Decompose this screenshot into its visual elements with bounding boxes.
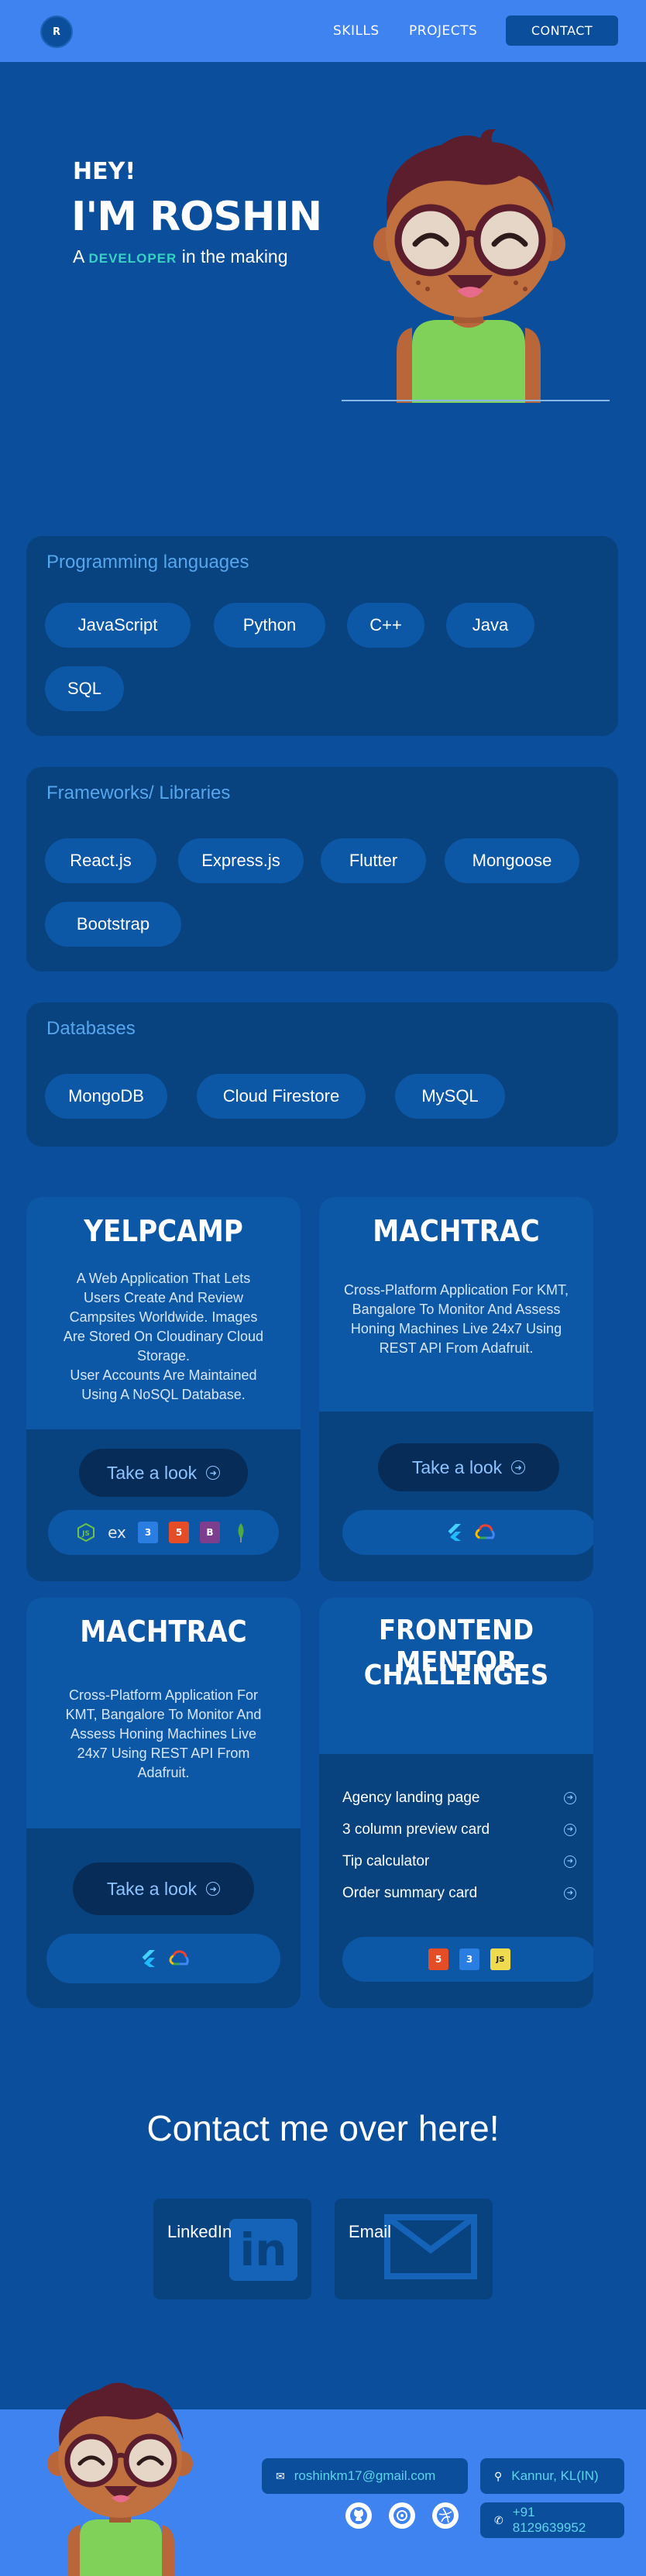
take-a-look-label: Take a look: [106, 1878, 198, 1899]
bootstrap-icon: B: [200, 1522, 220, 1543]
phone-icon: ✆: [494, 2513, 503, 2526]
skill-pill: Flutter: [321, 838, 426, 883]
hero-greeting: HEY!: [73, 158, 136, 185]
project-card-machtrac-2: MACHTRAC Cross-Platform Application For …: [26, 1598, 301, 2008]
project-title: YELPCAMP: [84, 1214, 243, 1248]
arrow-right-icon: ➜: [206, 1882, 221, 1896]
skill-pill: MongoDB: [45, 1074, 167, 1119]
project-card-machtrac: MACHTRAC Cross-Platform Application For …: [319, 1197, 593, 1581]
skills-card-title: Databases: [46, 1018, 136, 1039]
take-a-look-button[interactable]: Take a look ➜: [79, 1449, 248, 1497]
arrow-right-icon: ➜: [564, 1855, 576, 1868]
flutter-icon: [444, 1522, 464, 1543]
skills-card-databases: Databases MongoDB Cloud Firestore MySQL: [26, 1003, 618, 1147]
challenge-item[interactable]: Order summary card ➜: [342, 1877, 576, 1909]
hero-divider: [342, 400, 610, 401]
avatar-illustration-footer: [47, 2382, 193, 2576]
svg-text:JS: JS: [81, 1530, 90, 1538]
arrow-right-icon: ➜: [511, 1460, 526, 1474]
dribbble-icon[interactable]: [432, 2502, 459, 2529]
take-a-look-label: Take a look: [106, 1462, 198, 1483]
footer-location: ⚲ Kannur, KL(IN): [480, 2458, 624, 2494]
email-card[interactable]: Email: [335, 2199, 493, 2299]
logo[interactable]: R: [40, 15, 73, 48]
tech-stack-bar: [46, 1934, 280, 1983]
codechef-icon[interactable]: [389, 2502, 415, 2529]
challenge-item[interactable]: 3 column preview card ➜: [342, 1814, 576, 1845]
skill-pill: C++: [347, 603, 424, 648]
project-title: MACHTRAC: [80, 1615, 247, 1649]
project-title: CHALLENGES: [363, 1659, 549, 1691]
nav-projects-link[interactable]: PROJECTS: [409, 23, 477, 39]
footer-email[interactable]: ✉ roshinkm17@gmail.com: [262, 2458, 468, 2494]
skill-pill: MySQL: [395, 1074, 505, 1119]
skill-pill: JavaScript: [45, 603, 191, 648]
express-icon: ex: [108, 1523, 126, 1542]
linkedin-card[interactable]: LinkedIn in: [153, 2199, 311, 2299]
arrow-right-icon: ➜: [206, 1466, 221, 1480]
css3-icon: 3: [138, 1522, 158, 1543]
project-card-frontend-mentor: FRONTEND MENTOR CHALLENGES Agency landin…: [319, 1598, 593, 2008]
arrow-right-icon: ➜: [564, 1886, 576, 1900]
mongodb-icon: [231, 1522, 251, 1543]
challenge-list: Agency landing page ➜ 3 column preview ca…: [342, 1782, 576, 1909]
hero-name: I'M ROSHIN: [71, 194, 322, 240]
email-label: Email: [349, 2222, 392, 2241]
html5-icon: 5: [169, 1522, 189, 1543]
take-a-look-label: Take a look: [411, 1457, 503, 1477]
footer-location-text: Kannur, KL(IN): [511, 2468, 599, 2483]
footer-email-text: roshinkm17@gmail.com: [294, 2468, 436, 2483]
linkedin-icon: in: [229, 2219, 297, 2281]
mail-icon: ✉: [276, 2469, 285, 2482]
skills-card-frameworks: Frameworks/ Libraries React.js Express.j…: [26, 767, 618, 972]
hero-sub-highlight: DEVELOPER: [88, 251, 177, 266]
skill-pill: SQL: [45, 666, 124, 711]
avatar-illustration: [373, 129, 565, 403]
flutter-icon: [138, 1948, 158, 1969]
hero-sub-prefix: A: [73, 246, 84, 267]
linkedin-label: LinkedIn: [167, 2222, 232, 2241]
project-title: MACHTRAC: [373, 1214, 540, 1248]
project-card-yelpcamp: YELPCAMP A Web Application That Lets Use…: [26, 1197, 301, 1581]
nav-contact-button[interactable]: CONTACT: [506, 15, 618, 46]
mail-icon: [384, 2214, 477, 2279]
skill-pill: React.js: [45, 838, 156, 883]
skill-pill: Mongoose: [445, 838, 579, 883]
contact-title: Contact me over here!: [146, 2108, 500, 2148]
arrow-right-icon: ➜: [564, 1823, 576, 1836]
skill-pill: Python: [214, 603, 325, 648]
top-nav: R SKILLS PROJECTS CONTACT: [0, 0, 646, 62]
skill-pill: Express.js: [178, 838, 304, 883]
skills-card-title: Frameworks/ Libraries: [46, 782, 231, 803]
skill-pill: Cloud Firestore: [197, 1074, 366, 1119]
css3-icon: 3: [459, 1948, 479, 1970]
javascript-icon: JS: [490, 1948, 510, 1970]
nav-skills-link[interactable]: SKILLS: [333, 23, 380, 39]
tech-stack-bar: [342, 1510, 593, 1555]
skills-card-title: Programming languages: [46, 552, 249, 573]
project-description: Cross-Platform Application For KMT, Bang…: [65, 1687, 262, 1780]
google-cloud-icon: [475, 1522, 495, 1543]
location-pin-icon: ⚲: [494, 2469, 503, 2482]
google-cloud-icon: [169, 1948, 189, 1969]
tech-stack-bar: JS ex 3 5 B: [48, 1510, 279, 1555]
tech-stack-bar: 5 3 JS: [342, 1937, 593, 1982]
skill-pill: Java: [446, 603, 534, 648]
hero-sub-suffix: in the making: [181, 246, 288, 267]
footer-phone-text: +91 8129639952: [512, 2505, 586, 2535]
challenge-item[interactable]: Tip calculator ➜: [342, 1845, 576, 1877]
take-a-look-button[interactable]: Take a look ➜: [378, 1443, 559, 1491]
github-icon[interactable]: [345, 2502, 372, 2529]
challenge-item[interactable]: Agency landing page ➜: [342, 1782, 576, 1814]
nodejs-icon: JS: [76, 1522, 96, 1543]
skills-card-languages: Programming languages JavaScript Python …: [26, 536, 618, 736]
take-a-look-button[interactable]: Take a look ➜: [73, 1862, 254, 1915]
skill-pill: Bootstrap: [45, 902, 181, 947]
arrow-right-icon: ➜: [564, 1791, 576, 1804]
hero-subtitle: A DEVELOPER in the making: [73, 246, 288, 267]
project-description: Cross-Platform Application For KMT, Bang…: [343, 1282, 569, 1356]
html5-icon: 5: [428, 1948, 448, 1970]
project-description: A Web Application That Lets Users Create…: [63, 1271, 264, 1402]
footer-phone[interactable]: ✆ +91 8129639952: [480, 2502, 624, 2538]
